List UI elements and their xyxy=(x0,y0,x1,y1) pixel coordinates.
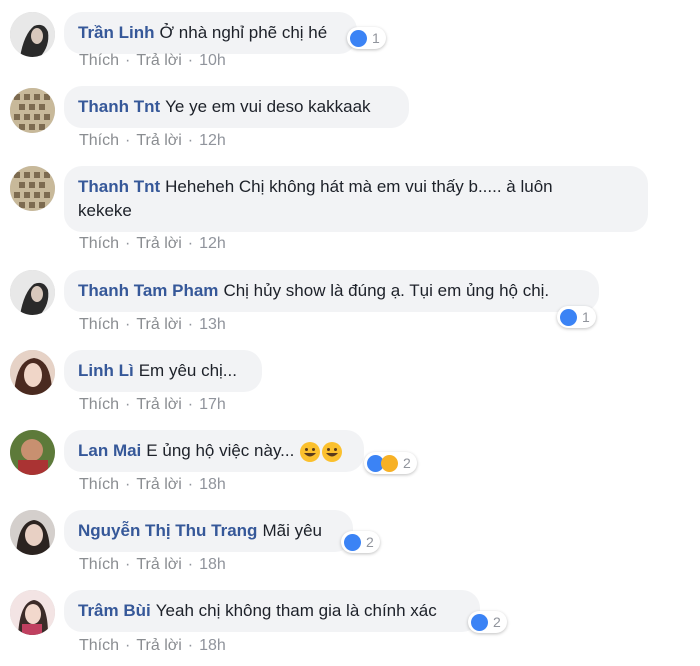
comment-text: Heheheh Chị không hát mà em vui thấy b..… xyxy=(165,177,553,196)
separator: · xyxy=(187,52,194,69)
haha-icon xyxy=(381,454,398,472)
separator: · xyxy=(187,316,194,333)
comment-actions: Thích · Trả lời · 12h xyxy=(79,235,226,253)
reply-link[interactable]: Trả lời xyxy=(136,316,181,333)
comment-text: Yeah chị không tham gia là chính xác xyxy=(155,601,437,620)
comment-actions: Thích · Trả lời · 13h xyxy=(79,316,226,334)
separator: · xyxy=(187,637,194,654)
comment-bubble: Thanh Tam Pham Chị hủy show là đúng ạ. Tụ… xyxy=(64,270,599,312)
reaction-count[interactable]: 2 xyxy=(364,452,417,474)
grinning-sweat-emoji xyxy=(300,441,321,462)
like-link[interactable]: Thích xyxy=(79,132,119,149)
like-icon xyxy=(471,613,488,631)
comment-text: Ở nhà nghỉ phẽ chị hé xyxy=(159,23,328,42)
comment-author[interactable]: Linh Lì xyxy=(78,361,134,380)
comment-time[interactable]: 17h xyxy=(199,396,226,413)
reply-link[interactable]: Trả lời xyxy=(136,235,181,252)
like-link[interactable]: Thích xyxy=(79,476,119,493)
comment-bubble: Linh Lì Em yêu chị... xyxy=(64,350,262,392)
comment-text: Chị hủy show là đúng ạ. Tụi em ủng hộ ch… xyxy=(223,281,550,300)
comment-author[interactable]: Thanh Tnt xyxy=(78,177,160,196)
comment-author[interactable]: Nguyễn Thị Thu Trang xyxy=(78,521,257,540)
separator: · xyxy=(125,316,131,333)
comment-actions: Thích · Trả lời · 17h xyxy=(79,396,226,414)
separator: · xyxy=(125,52,131,69)
reaction-number: 2 xyxy=(366,534,374,550)
avatar[interactable] xyxy=(10,350,55,395)
comment-author[interactable]: Thanh Tnt xyxy=(78,97,160,116)
separator: · xyxy=(125,476,131,493)
like-icon xyxy=(344,533,361,551)
comment-time[interactable]: 18h xyxy=(199,556,226,573)
separator: · xyxy=(187,476,194,493)
like-link[interactable]: Thích xyxy=(79,396,119,413)
avatar[interactable] xyxy=(10,430,55,475)
reply-link[interactable]: Trả lời xyxy=(136,637,181,654)
comment-text: E ủng hộ việc này... xyxy=(146,441,295,460)
reply-link[interactable]: Trả lời xyxy=(136,556,181,573)
comment-time[interactable]: 13h xyxy=(199,316,226,333)
reaction-number: 1 xyxy=(582,309,590,325)
reaction-count[interactable]: 2 xyxy=(341,531,380,553)
like-link[interactable]: Thích xyxy=(79,235,119,252)
comment-actions: Thích · Trả lời · 18h xyxy=(79,476,226,494)
comment-time[interactable]: 18h xyxy=(199,476,226,493)
reply-link[interactable]: Trả lời xyxy=(136,132,181,149)
comment-author[interactable]: Thanh Tam Pham xyxy=(78,281,218,300)
separator: · xyxy=(187,556,194,573)
like-icon xyxy=(560,308,577,326)
avatar[interactable] xyxy=(10,590,55,635)
comment-author[interactable]: Trần Linh xyxy=(78,23,155,42)
reaction-count[interactable]: 1 xyxy=(557,306,596,328)
comment-time[interactable]: 18h xyxy=(199,637,226,654)
comment-bubble: Thanh Tnt Heheheh Chị không hát mà em vui… xyxy=(64,166,648,232)
like-link[interactable]: Thích xyxy=(79,637,119,654)
avatar[interactable] xyxy=(10,12,55,57)
reaction-number: 2 xyxy=(493,614,501,630)
avatar[interactable] xyxy=(10,88,55,133)
reaction-count[interactable]: 1 xyxy=(347,27,386,49)
separator: · xyxy=(125,556,131,573)
like-icon xyxy=(350,29,367,47)
grinning-sweat-emoji xyxy=(322,441,343,462)
comment-text: Ye ye em vui deso kakkaak xyxy=(165,97,371,116)
comment-bubble: Trâm Bùi Yeah chị không tham gia là chính… xyxy=(64,590,480,632)
reaction-number: 2 xyxy=(403,455,411,471)
comment-text-line2: kekeke xyxy=(78,201,132,220)
comment-author[interactable]: Trâm Bùi xyxy=(78,601,151,620)
comment-text: Mãi yêu xyxy=(262,521,322,540)
separator: · xyxy=(187,396,194,413)
avatar[interactable] xyxy=(10,166,55,211)
like-link[interactable]: Thích xyxy=(79,556,119,573)
separator: · xyxy=(125,235,131,252)
reaction-number: 1 xyxy=(372,30,380,46)
separator: · xyxy=(125,132,131,149)
comment-time[interactable]: 12h xyxy=(199,132,226,149)
avatar[interactable] xyxy=(10,510,55,555)
comment-author[interactable]: Lan Mai xyxy=(78,441,141,460)
separator: · xyxy=(187,235,194,252)
comment-time[interactable]: 12h xyxy=(199,235,226,252)
reaction-count[interactable]: 2 xyxy=(468,611,507,633)
like-link[interactable]: Thích xyxy=(79,52,119,69)
reply-link[interactable]: Trả lời xyxy=(136,396,181,413)
separator: · xyxy=(187,132,194,149)
comment-bubble: Thanh Tnt Ye ye em vui deso kakkaak xyxy=(64,86,409,128)
comment-actions: Thích · Trả lời · 18h xyxy=(79,556,226,574)
separator: · xyxy=(125,396,131,413)
reply-link[interactable]: Trả lời xyxy=(136,52,181,69)
comment-actions: Thích · Trả lời · 10h xyxy=(79,52,226,70)
comment-time[interactable]: 10h xyxy=(199,52,226,69)
comment-actions: Thích · Trả lời · 12h xyxy=(79,132,226,150)
reply-link[interactable]: Trả lời xyxy=(136,476,181,493)
comment-bubble: Trần Linh Ở nhà nghỉ phẽ chị hé xyxy=(64,12,357,54)
avatar[interactable] xyxy=(10,270,55,315)
comment-text: Em yêu chị... xyxy=(138,361,237,380)
comment-bubble: Nguyễn Thị Thu Trang Mãi yêu xyxy=(64,510,353,552)
comment-actions: Thích · Trả lời · 18h xyxy=(79,637,226,655)
comment-bubble: Lan Mai E ủng hộ việc này... xyxy=(64,430,364,472)
like-link[interactable]: Thích xyxy=(79,316,119,333)
separator: · xyxy=(125,637,131,654)
